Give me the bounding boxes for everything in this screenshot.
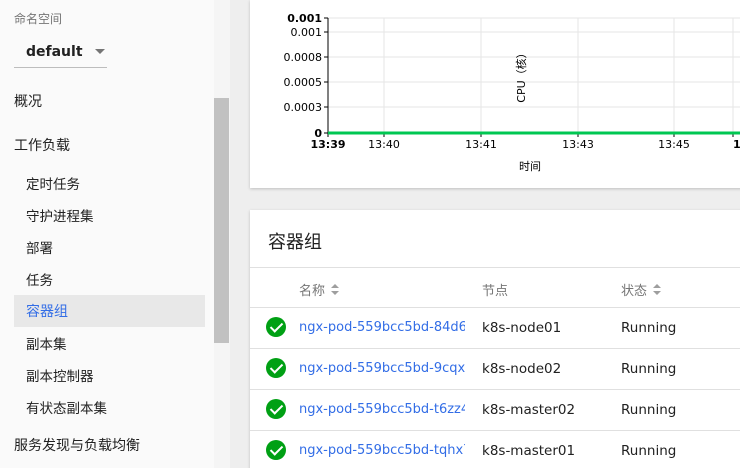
column-name-header[interactable]: 名称: [299, 280, 340, 299]
x-axis-label: 时间: [519, 160, 541, 173]
pod-name-link[interactable]: ngx-pod-559bcc5bd-tqhx7: [299, 443, 465, 458]
column-name-label: 名称: [299, 284, 326, 299]
namespace-value: default: [26, 43, 83, 60]
pod-status: Running: [621, 361, 677, 377]
sidebar: 命名空间 default 概况 工作负载 定时任务 守护进程集 部署 任务 容器…: [0, 0, 230, 468]
pod-name-link[interactable]: ngx-pod-559bcc5bd-9cqx5: [299, 361, 465, 376]
sort-icon: [331, 283, 340, 296]
namespace-label: 命名空间: [14, 12, 63, 26]
column-status-header[interactable]: 状态: [621, 280, 662, 299]
column-node-header: 节点: [482, 280, 508, 299]
table-row: ngx-pod-559bcc5bd-9cqx5 k8s-node02 Runni…: [250, 349, 740, 390]
pods-card: 容器组 名称 节点 状态 ngx-pod-559bcc5bd-84d6x k8s…: [250, 210, 740, 468]
x-tick-label: 13:43: [562, 138, 594, 151]
pod-status: Running: [621, 443, 677, 459]
table-header: 名称 节点 状态: [250, 267, 740, 308]
x-tick-label: 13:40: [368, 138, 400, 151]
nav-daemonsets[interactable]: 守护进程集: [0, 199, 205, 231]
nav-workloads[interactable]: 工作负载: [0, 129, 205, 161]
nav-overview[interactable]: 概况: [0, 85, 205, 117]
column-node-label: 节点: [482, 284, 509, 299]
x-tick-label: 13:45: [658, 138, 690, 151]
y-axis-label: CPU（核）: [514, 47, 528, 102]
cpu-chart: 00.00030.00050.00080.0010.00113:39 13:40 1…: [284, 12, 740, 173]
pods-title: 容器组: [268, 232, 322, 253]
nav-deployments[interactable]: 部署: [0, 231, 205, 263]
nav-replicasets[interactable]: 副本集: [0, 327, 205, 359]
pod-node: k8s-master01: [482, 443, 576, 459]
nav-cronjobs[interactable]: 定时任务: [0, 167, 205, 199]
pod-node: k8s-node01: [482, 320, 562, 336]
nav-jobs[interactable]: 任务: [0, 263, 205, 295]
y-tick-label: 0.0003: [284, 101, 323, 114]
check-circle-icon: [266, 440, 286, 460]
check-circle-icon: [266, 399, 286, 419]
nav-discovery[interactable]: 服务发现与负载均衡: [0, 429, 205, 461]
column-status-label: 状态: [621, 284, 648, 299]
table-row: ngx-pod-559bcc5bd-tqhx7 k8s-master01 Run…: [250, 431, 740, 468]
x-tick-label: 13:4: [733, 138, 740, 151]
cpu-chart-card: 0 0.0003 0.0005 0.0008 0.001 0.001 13:39 13:40 1…: [250, 0, 740, 188]
x-tick-label: 13:41: [465, 138, 497, 151]
table-row: ngx-pod-559bcc5bd-t6zz4 k8s-master02 Run…: [250, 390, 740, 431]
nav-replication-controllers[interactable]: 副本控制器: [0, 359, 205, 391]
namespace-select[interactable]: default: [14, 36, 107, 68]
chevron-down-icon: [95, 49, 105, 54]
nav-pods[interactable]: 容器组: [14, 295, 205, 327]
y-tick-label: 0.0005: [284, 76, 323, 89]
check-circle-icon: [266, 317, 286, 337]
check-circle-icon: [266, 358, 286, 378]
pod-node: k8s-node02: [482, 361, 562, 377]
sort-icon: [653, 283, 662, 296]
pod-node: k8s-master02: [482, 402, 576, 418]
pod-status: Running: [621, 320, 677, 336]
pod-status: Running: [621, 402, 677, 418]
table-row: ngx-pod-559bcc5bd-84d6x k8s-node01 Runni…: [250, 308, 740, 349]
x-tick-label: 13:39: [310, 138, 345, 151]
pod-name-link[interactable]: ngx-pod-559bcc5bd-84d6x: [299, 320, 465, 335]
nav-statefulsets[interactable]: 有状态副本集: [0, 391, 205, 423]
pod-name-link[interactable]: ngx-pod-559bcc5bd-t6zz4: [299, 402, 465, 417]
y-tick-label: 0.001: [287, 12, 322, 25]
sidebar-scrollbar-thumb[interactable]: [214, 98, 229, 343]
y-tick-label: 0.001: [291, 26, 323, 39]
y-tick-label: 0.0008: [284, 51, 323, 64]
